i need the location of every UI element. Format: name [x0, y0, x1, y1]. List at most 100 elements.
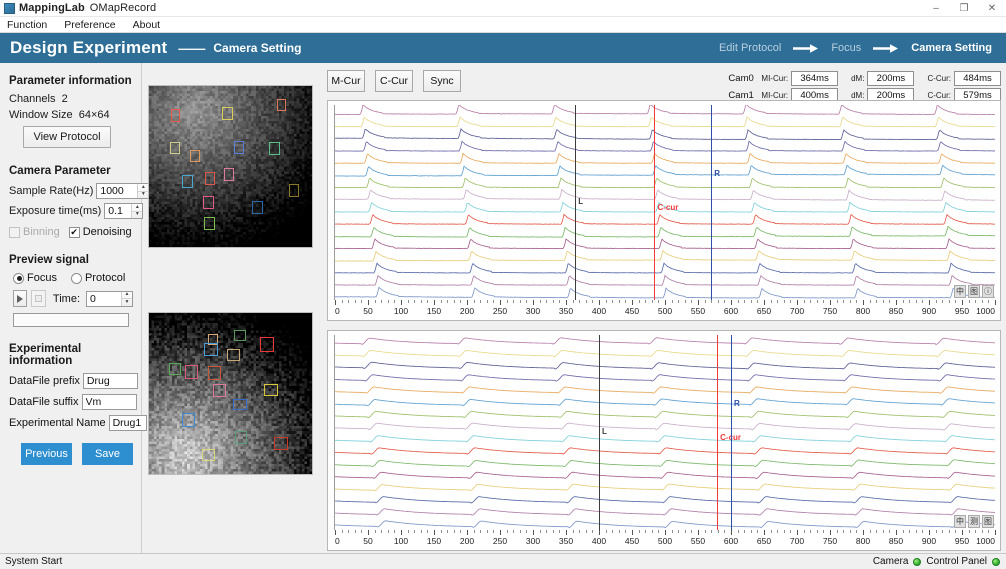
roi-box[interactable] — [182, 175, 193, 188]
roi-box[interactable] — [233, 399, 247, 410]
time-input[interactable] — [87, 292, 121, 306]
sample-rate-stepper[interactable]: ▲▼ — [96, 183, 149, 199]
roi-box[interactable] — [203, 196, 214, 209]
axis-tick — [771, 530, 772, 533]
radio-focus[interactable]: Focus — [13, 272, 57, 284]
roi-box[interactable] — [208, 366, 221, 380]
chart-cam0[interactable]: LC-curR 中 图 ⓘ 05010015020025030035040045… — [327, 100, 1001, 321]
roi-box[interactable] — [185, 365, 198, 379]
axis-tick-label: 700 — [790, 536, 804, 546]
chart1-ime-badges[interactable]: 中 测 图 — [954, 515, 994, 528]
axis-tick — [982, 530, 983, 533]
roi-box[interactable] — [234, 330, 246, 341]
exposure-time-stepper[interactable]: ▲▼ — [104, 203, 143, 219]
roi-box[interactable] — [169, 363, 181, 375]
previous-button[interactable]: Previous — [21, 443, 72, 465]
minimize-icon[interactable]: – — [922, 0, 950, 17]
binning-checkbox[interactable]: Binning — [9, 226, 60, 238]
radio-protocol[interactable]: Protocol — [71, 272, 125, 284]
roi-box[interactable] — [190, 150, 200, 162]
roi-box[interactable] — [222, 107, 233, 120]
roi-box[interactable] — [289, 184, 299, 197]
roi-box[interactable] — [260, 337, 274, 352]
cursor-r[interactable] — [731, 335, 732, 530]
roi-box[interactable] — [235, 431, 247, 444]
exposure-time-input[interactable] — [105, 204, 131, 218]
time-arrows[interactable]: ▲▼ — [121, 292, 132, 306]
cursor-l[interactable] — [575, 105, 576, 300]
axis-tick — [757, 300, 758, 303]
ime-badge-4[interactable]: 测 — [968, 515, 980, 528]
ime-badge-2[interactable]: ⓘ — [982, 285, 994, 298]
spin-down-icon[interactable]: ▼ — [138, 192, 148, 199]
axis-tick — [909, 300, 910, 303]
c-cur-button[interactable]: C-Cur — [375, 70, 413, 92]
cursor-ccur[interactable] — [717, 335, 718, 530]
time-stepper[interactable]: ▲▼ — [86, 291, 133, 307]
axis-tick — [830, 300, 831, 305]
m-cur-button[interactable]: M-Cur — [327, 70, 365, 92]
roi-box[interactable] — [204, 343, 218, 356]
roi-box[interactable] — [182, 413, 195, 427]
play-button[interactable] — [13, 290, 27, 307]
axis-tick — [856, 530, 857, 533]
save-button[interactable]: Save — [82, 443, 133, 465]
roi-box[interactable] — [171, 109, 180, 122]
exposure-arrows[interactable]: ▲▼ — [131, 204, 142, 218]
roi-box[interactable] — [213, 384, 226, 397]
view-protocol-button[interactable]: View Protocol — [23, 126, 111, 148]
roi-box[interactable] — [264, 384, 278, 396]
chart0-ime-badges[interactable]: 中 图 ⓘ — [954, 285, 994, 298]
stop-button[interactable] — [31, 290, 45, 307]
roi-box[interactable] — [202, 449, 215, 461]
step-camera-setting[interactable]: Camera Setting — [909, 42, 994, 54]
axis-tick — [513, 530, 514, 533]
roi-box[interactable] — [277, 99, 286, 111]
axis-tick — [500, 300, 501, 305]
roi-box[interactable] — [252, 201, 263, 214]
cam0-mcur-value[interactable]: 364ms — [791, 71, 838, 86]
camera0-preview[interactable] — [148, 85, 313, 248]
menu-function[interactable]: Function — [5, 19, 49, 31]
chart0-plot[interactable]: LC-curR — [335, 105, 995, 300]
sample-rate-input[interactable] — [97, 184, 137, 198]
ime-badge-5[interactable]: 图 — [982, 515, 994, 528]
roi-box[interactable] — [204, 217, 215, 230]
cam0-dm-value[interactable]: 200ms — [867, 71, 914, 86]
sample-rate-arrows[interactable]: ▲▼ — [137, 184, 148, 198]
datafile-suffix-input[interactable] — [82, 394, 137, 410]
ime-badge-1[interactable]: 图 — [968, 285, 980, 298]
step-focus[interactable]: Focus — [829, 42, 863, 54]
ime-badge-3[interactable]: 中 — [954, 515, 966, 528]
cursor-ccur[interactable] — [654, 105, 655, 300]
experimental-name-input[interactable] — [109, 415, 147, 431]
cam0-ccur-value[interactable]: 484ms — [954, 71, 1001, 86]
ime-badge-0[interactable]: 中 — [954, 285, 966, 298]
roi-box[interactable] — [274, 437, 288, 450]
roi-box[interactable] — [224, 168, 234, 181]
roi-box[interactable] — [269, 142, 280, 155]
spin-up-icon-3[interactable]: ▲ — [122, 292, 132, 300]
sync-button[interactable]: Sync — [423, 70, 461, 92]
spin-down-icon-3[interactable]: ▼ — [122, 299, 132, 306]
cursor-l[interactable] — [599, 335, 600, 530]
maximize-icon[interactable]: ❐ — [950, 0, 978, 17]
camera1-preview[interactable] — [148, 312, 313, 475]
close-icon[interactable]: ✕ — [978, 0, 1006, 17]
cursor-r[interactable] — [711, 105, 712, 300]
step-edit-protocol[interactable]: Edit Protocol — [717, 42, 783, 54]
chart-cam1[interactable]: LC-curR 中 测 图 05010015020025030035040045… — [327, 330, 1001, 551]
roi-box[interactable] — [170, 142, 180, 154]
datafile-prefix-input[interactable] — [83, 373, 138, 389]
roi-box[interactable] — [227, 349, 240, 361]
trace-line — [335, 521, 995, 528]
roi-box[interactable] — [205, 172, 215, 185]
denoising-checkbox[interactable]: ✔ Denoising — [69, 226, 132, 238]
chart1-plot[interactable]: LC-curR — [335, 335, 995, 530]
menu-about[interactable]: About — [131, 19, 162, 31]
axis-tick — [936, 300, 937, 303]
menu-preference[interactable]: Preference — [62, 19, 117, 31]
axis-tick — [955, 300, 956, 303]
roi-box[interactable] — [234, 141, 244, 154]
spin-down-icon-2[interactable]: ▼ — [132, 212, 142, 219]
